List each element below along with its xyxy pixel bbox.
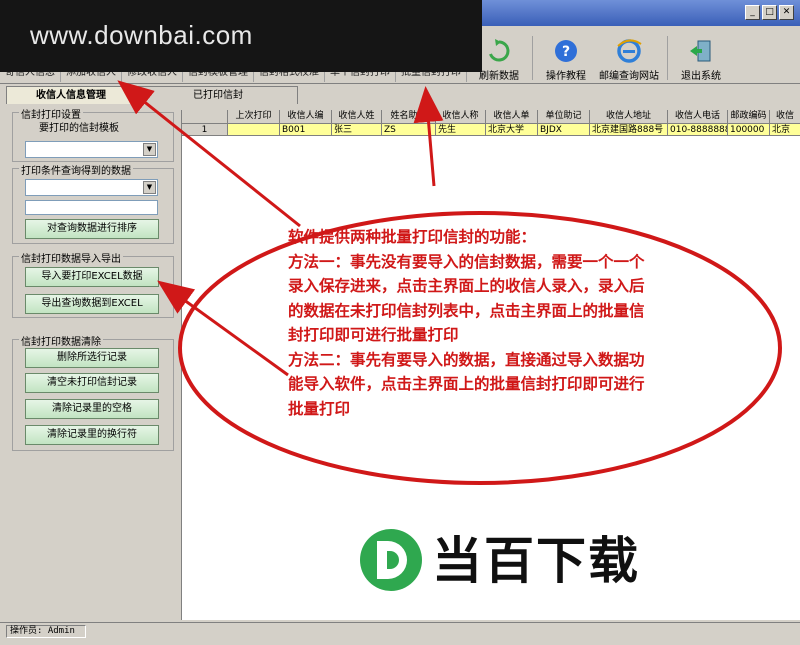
table-cell xyxy=(228,124,280,136)
grid-column-header[interactable]: 收信人地址 xyxy=(590,110,668,124)
tab-recipient-management[interactable]: 收信人信息管理 xyxy=(6,86,136,104)
toolbar-separator xyxy=(667,36,668,80)
template-select[interactable]: ▼ xyxy=(25,141,158,158)
downbai-logo: 当百下载 xyxy=(356,525,756,600)
chevron-down-icon: ▼ xyxy=(143,143,156,156)
template-label: 要打印的信封模板 xyxy=(39,123,119,134)
exit-system-label: 退出系统 xyxy=(681,71,721,82)
table-cell: 北京 xyxy=(770,124,800,136)
status-bar: 操作员: Admin xyxy=(0,622,800,639)
exit-system-button[interactable]: 退出系统 xyxy=(672,36,730,82)
close-button[interactable]: ✕ xyxy=(779,5,794,20)
table-cell: B001 xyxy=(280,124,332,136)
clear-newlines-button[interactable]: 清除记录里的换行符 xyxy=(25,425,159,445)
watermark-url: www.downbai.com xyxy=(30,20,253,50)
grid-column-header[interactable]: 姓名助记 xyxy=(382,110,436,124)
ie-globe-icon xyxy=(617,39,642,63)
grid-column-header[interactable]: 收信人称 xyxy=(436,110,486,124)
grid-column-header[interactable]: 邮政编码 xyxy=(728,110,770,124)
grid-column-header[interactable]: 收信 xyxy=(770,110,800,124)
svg-text:?: ? xyxy=(562,44,570,60)
clear-unprinted-button[interactable]: 清空未打印信封记录 xyxy=(25,373,159,393)
grid-column-header[interactable]: 收信人姓 xyxy=(332,110,382,124)
annotation-text: 软件提供两种批量打印信封的功能： 方法一：事先没有要导入的信封数据，需要一个一个… xyxy=(288,225,773,421)
grid-column-header[interactable]: 上次打印 xyxy=(228,110,280,124)
annotation-line: 的数据在未打印信封列表中，点击主界面上的批量信 xyxy=(288,301,645,320)
annotation-line: 方法二：事先有要导入的数据，直接通过导入数据功 xyxy=(288,350,645,369)
sort-query-button[interactable]: 对查询数据进行排序 xyxy=(25,219,159,239)
query-title: 打印条件查询得到的数据 xyxy=(19,162,133,177)
table-cell: BJDX xyxy=(538,124,590,136)
tutorial-button[interactable]: ? 操作教程 xyxy=(537,36,595,82)
grid-column-header[interactable]: 收信人单 xyxy=(486,110,538,124)
tab-printed-envelopes[interactable]: 已打印信封 xyxy=(138,86,298,104)
toolbar-icon-buttons: 刷新数据 ? 操作教程 邮编查询网站 退出系统 xyxy=(470,36,730,82)
postcode-site-button[interactable]: 邮编查询网站 xyxy=(595,36,663,82)
clear-data-group: 信封打印数据清除 删除所选行记录 清空未打印信封记录 清除记录里的空格 清除记录… xyxy=(12,333,174,451)
annotation-line: 软件提供两种批量打印信封的功能： xyxy=(288,228,537,246)
clear-spaces-button[interactable]: 清除记录里的空格 xyxy=(25,399,159,419)
annotation-line: 方法一：事先没有要导入的信封数据，需要一个一个 xyxy=(288,252,645,271)
tutorial-label: 操作教程 xyxy=(546,71,586,82)
exit-door-icon xyxy=(690,40,711,62)
table-cell: ZS xyxy=(382,124,436,136)
grid-column-header[interactable]: 收信人电话 xyxy=(668,110,728,124)
postcode-site-label: 邮编查询网站 xyxy=(599,71,659,82)
refresh-data-label: 刷新数据 xyxy=(479,71,519,82)
help-icon: ? xyxy=(555,40,577,62)
logo-text: 当百下载 xyxy=(432,532,640,590)
table-cell: 010-88888888 xyxy=(668,124,728,136)
operator-status: 操作员: Admin xyxy=(6,625,86,638)
table-cell: 北京大学 xyxy=(486,124,538,136)
chevron-down-icon: ▼ xyxy=(143,181,156,194)
export-excel-button[interactable]: 导出查询数据到EXCEL xyxy=(25,294,159,314)
import-excel-button[interactable]: 导入要打印EXCEL数据 xyxy=(25,267,159,287)
table-cell: 张三 xyxy=(332,124,382,136)
import-export-title: 信封打印数据导入导出 xyxy=(19,250,123,265)
table-cell: 北京建国路888号 xyxy=(590,124,668,136)
left-panel: 信封打印设置 要打印的信封模板 ▼ 打印条件查询得到的数据 ▼ 对查询数据进行排… xyxy=(8,104,178,620)
query-condition-select[interactable]: ▼ xyxy=(25,179,158,196)
annotation-line: 批量打印 xyxy=(288,399,351,418)
query-input[interactable] xyxy=(25,200,158,215)
window-controls: _ □ ✕ xyxy=(745,5,794,20)
grid-column-header[interactable]: 单位助记 xyxy=(538,110,590,124)
tab-bar: 收信人信息管理 已打印信封 xyxy=(6,86,298,104)
watermark-banner: www.downbai.com xyxy=(0,0,482,72)
table-cell: 先生 xyxy=(436,124,486,136)
query-group: 打印条件查询得到的数据 ▼ 对查询数据进行排序 xyxy=(12,162,174,244)
logo-d-icon xyxy=(360,529,422,591)
annotation-line: 录入保存进来，点击主界面上的收信人录入，录入后 xyxy=(288,277,645,295)
grid-column-header[interactable]: 收信人编 xyxy=(280,110,332,124)
grid-header: 上次打印 收信人编 收信人姓 姓名助记 收信人称 收信人单 单位助记 收信人地址… xyxy=(182,110,800,124)
clear-data-title: 信封打印数据清除 xyxy=(19,333,103,348)
table-cell: 100000 xyxy=(728,124,770,136)
annotation-line: 能导入软件，点击主界面上的批量信封打印即可进行 xyxy=(288,375,645,393)
table-cell: 1 xyxy=(182,124,228,136)
print-settings-group: 信封打印设置 要打印的信封模板 ▼ xyxy=(12,106,174,162)
minimize-button[interactable]: _ xyxy=(745,5,760,20)
refresh-icon xyxy=(489,39,510,62)
table-row[interactable]: 1 B001 张三 ZS 先生 北京大学 BJDX 北京建国路888号 010-… xyxy=(182,124,800,136)
maximize-button[interactable]: □ xyxy=(762,5,777,20)
import-export-group: 信封打印数据导入导出 导入要打印EXCEL数据 导出查询数据到EXCEL xyxy=(12,250,174,318)
grid-column-header[interactable] xyxy=(182,110,228,124)
annotation-line: 封打印即可进行批量打印 xyxy=(288,326,459,344)
toolbar-separator xyxy=(532,36,533,80)
delete-selected-button[interactable]: 删除所选行记录 xyxy=(25,348,159,368)
